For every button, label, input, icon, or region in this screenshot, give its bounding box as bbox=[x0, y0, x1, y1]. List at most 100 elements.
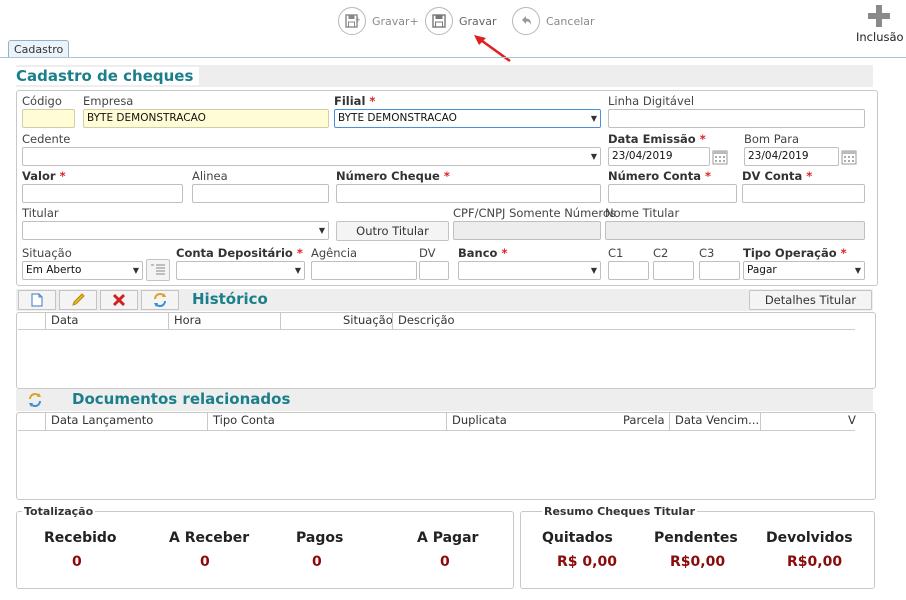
tab-cadastro[interactable]: Cadastro bbox=[8, 40, 70, 58]
col-data-lancamento[interactable]: Data Lançamento bbox=[51, 413, 153, 427]
resumo-frame bbox=[520, 511, 875, 589]
a-receber-value: 0 bbox=[200, 554, 210, 570]
devolvidos-value: R$0,00 bbox=[787, 554, 843, 570]
col-valor[interactable]: V bbox=[848, 413, 856, 427]
inclusao-button[interactable]: Inclusão bbox=[856, 4, 904, 44]
c3-field[interactable] bbox=[699, 261, 740, 280]
c1-field[interactable] bbox=[608, 261, 649, 280]
nome-titular-field[interactable] bbox=[605, 221, 865, 240]
c2-label: C2 bbox=[653, 246, 669, 260]
new-button[interactable] bbox=[18, 290, 56, 310]
gravar-label: Gravar bbox=[459, 14, 497, 28]
col-tipo-conta[interactable]: Tipo Conta bbox=[213, 413, 275, 427]
dv-field[interactable] bbox=[419, 261, 449, 280]
codigo-field[interactable] bbox=[22, 109, 75, 128]
gravar-mais-label: Gravar+ bbox=[372, 14, 419, 28]
edit-button[interactable] bbox=[59, 290, 97, 310]
chevron-down-icon: ▼ bbox=[590, 266, 597, 275]
linha-digitavel-field[interactable] bbox=[608, 109, 865, 128]
numero-cheque-field[interactable] bbox=[336, 184, 601, 203]
detalhes-titular-button[interactable]: Detalhes Titular bbox=[749, 290, 872, 310]
col-hora[interactable]: Hora bbox=[174, 313, 201, 327]
chevron-down-icon: ▼ bbox=[854, 266, 861, 275]
calendar-icon[interactable] bbox=[841, 149, 857, 165]
cpf-cnpj-label: CPF/CNPJ Somente Números bbox=[453, 206, 616, 220]
cpf-cnpj-field[interactable] bbox=[453, 221, 601, 240]
save-icon bbox=[425, 7, 453, 35]
documentos-header-line bbox=[18, 430, 855, 431]
situacao-label: Situação bbox=[22, 246, 72, 260]
outro-titular-button[interactable]: Outro Titular bbox=[336, 221, 449, 241]
refresh-icon bbox=[29, 393, 41, 407]
empresa-label: Empresa bbox=[83, 94, 134, 108]
chevron-down-icon: ▼ bbox=[590, 152, 597, 161]
inclusao-label: Inclusão bbox=[856, 30, 904, 44]
delete-button[interactable] bbox=[100, 290, 138, 310]
a-pagar-label: A Pagar bbox=[417, 530, 479, 546]
svg-text:+: + bbox=[355, 16, 360, 24]
a-pagar-value: 0 bbox=[440, 554, 450, 570]
bom-para-field[interactable]: 23/04/2019 bbox=[744, 147, 839, 166]
recebido-label: Recebido bbox=[44, 530, 117, 546]
nome-titular-label: Nome Titular bbox=[605, 206, 680, 220]
tab-divider bbox=[0, 57, 906, 58]
col-situacao[interactable]: Situação bbox=[343, 313, 393, 327]
gravar-mais-button[interactable]: + Gravar+ bbox=[338, 7, 419, 35]
bom-para-label: Bom Para bbox=[744, 132, 800, 146]
tipo-operacao-label: Tipo Operação * bbox=[743, 246, 847, 260]
cancelar-button[interactable]: Cancelar bbox=[512, 7, 595, 35]
a-receber-label: A Receber bbox=[169, 530, 250, 546]
recebido-value: 0 bbox=[72, 554, 82, 570]
filial-label: Filial * bbox=[334, 94, 376, 108]
c1-label: C1 bbox=[608, 246, 624, 260]
alinea-label: Alinea bbox=[192, 169, 228, 183]
documentos-title: Documentos relacionados bbox=[72, 390, 291, 408]
list-icon bbox=[151, 264, 165, 275]
col-data[interactable]: Data bbox=[51, 313, 78, 327]
resumo-legend: Resumo Cheques Titular bbox=[542, 505, 698, 518]
titular-select[interactable]: ▼ bbox=[22, 221, 329, 240]
valor-label: Valor * bbox=[22, 169, 66, 183]
refresh-button[interactable] bbox=[141, 290, 179, 310]
pendentes-value: R$0,00 bbox=[670, 554, 726, 570]
documentos-refresh-button[interactable] bbox=[27, 392, 47, 410]
pencil-icon bbox=[72, 293, 85, 306]
undo-icon bbox=[512, 7, 540, 35]
valor-field[interactable] bbox=[22, 184, 183, 203]
totalizacao-frame bbox=[16, 511, 514, 589]
situacao-select[interactable]: Em Aberto ▼ bbox=[22, 261, 143, 280]
numero-conta-field[interactable] bbox=[608, 184, 737, 203]
dv-conta-field[interactable] bbox=[742, 184, 865, 203]
calendar-icon[interactable] bbox=[712, 149, 728, 165]
cedente-select[interactable]: ▼ bbox=[22, 147, 601, 166]
banco-select[interactable]: ▼ bbox=[458, 261, 601, 280]
plus-icon bbox=[868, 5, 890, 27]
empresa-field[interactable]: BYTE DEMONSTRACAO bbox=[83, 109, 329, 128]
c2-field[interactable] bbox=[653, 261, 694, 280]
gravar-button[interactable]: Gravar bbox=[425, 7, 497, 35]
historico-title: Histórico bbox=[192, 290, 268, 308]
tipo-operacao-select[interactable]: Pagar ▼ bbox=[743, 261, 865, 280]
filial-select[interactable]: BYTE DEMONSTRACAO ▼ bbox=[334, 109, 601, 128]
chevron-down-icon: ▼ bbox=[132, 266, 139, 275]
annotation-arrow-icon bbox=[474, 35, 511, 63]
refresh-icon bbox=[154, 293, 166, 307]
numero-cheque-label: Número Cheque * bbox=[336, 169, 450, 183]
pagos-value: 0 bbox=[312, 554, 322, 570]
col-parcela[interactable]: Parcela bbox=[623, 413, 665, 427]
agencia-field[interactable] bbox=[311, 261, 417, 280]
list-filter-button[interactable] bbox=[146, 259, 170, 281]
data-emissao-field[interactable]: 23/04/2019 bbox=[608, 147, 710, 166]
cedente-label: Cedente bbox=[22, 132, 71, 146]
col-duplicata[interactable]: Duplicata bbox=[452, 413, 507, 427]
pendentes-label: Pendentes bbox=[654, 530, 738, 546]
col-descricao[interactable]: Descrição bbox=[398, 313, 455, 327]
conta-depositario-select[interactable]: ▼ bbox=[176, 261, 305, 280]
codigo-label: Código bbox=[22, 94, 62, 108]
alinea-field[interactable] bbox=[192, 184, 329, 203]
chevron-down-icon: ▼ bbox=[590, 114, 597, 123]
c3-label: C3 bbox=[699, 246, 715, 260]
form-title: Cadastro de cheques bbox=[16, 65, 873, 87]
data-emissao-label: Data Emissão * bbox=[608, 132, 706, 146]
col-data-vencimento[interactable]: Data Vencim... bbox=[675, 413, 759, 427]
